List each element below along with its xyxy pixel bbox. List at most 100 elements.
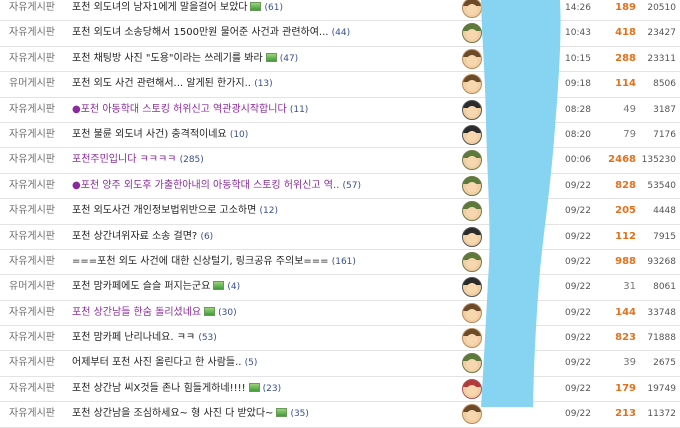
view-count: 11372 [647, 409, 676, 420]
post-title-text[interactable]: 포천 맘카페에도 슬슬 퍼지는군요 [72, 281, 210, 292]
post-category-link[interactable]: 자유게시판 [9, 148, 55, 172]
comment-count[interactable]: (23) [263, 384, 281, 394]
post-title-text[interactable]: 포천 아동학대 스토킹 허위신고 역관광시작합니다 [81, 104, 287, 115]
recommend-count: 418 [615, 27, 636, 39]
member-level-avatar-icon[interactable] [462, 404, 482, 425]
post-title-text[interactable]: 포천 외도사건 개인정보법위반으로 고소하면 [72, 205, 256, 216]
post-title-link[interactable]: 포천 외도녀 소송당해서 1500만원 물어준 사건과 관련하여... (44) [72, 21, 452, 45]
table-row: 자유게시판 포천 불륜 외도녀 사건) 충격적이네요 (10) 08:20 79 717… [0, 123, 680, 149]
comment-count[interactable]: (6) [200, 232, 213, 242]
post-title-link[interactable]: 포천 맘카페에도 슬슬 퍼지는군요 (4) [72, 275, 452, 299]
view-count: 93268 [647, 256, 676, 267]
comment-count[interactable]: (57) [343, 181, 361, 191]
table-row: 자유게시판 포천 상간녀위자료 소송 걸면? (6) 09/22 112 7915 [0, 225, 680, 250]
recommend-count: 823 [615, 332, 636, 344]
post-category-link[interactable]: 자유게시판 [9, 351, 55, 375]
post-category-link[interactable]: 자유게시판 [9, 21, 55, 45]
comment-count[interactable]: (11) [290, 105, 308, 115]
table-row: 자유게시판 포천 상간남 씨X것들 존나 힘들게하네!!!! (23) 09/22 17… [0, 377, 680, 403]
comment-count[interactable]: (35) [290, 409, 308, 419]
image-attachment-icon [204, 306, 216, 316]
post-title-link[interactable]: 포천 외도 사건 관련해서... 알게된 한가지.. (13) [72, 72, 452, 96]
view-count: 33748 [647, 307, 676, 318]
blue-scribble-overlay [481, 0, 561, 407]
table-row: 유머게시판 포천 외도 사건 관련해서... 알게된 한가지.. (13) 09:1… [0, 72, 680, 98]
post-title-link[interactable]: 포천 상간남 씨X것들 존나 힘들게하네!!!! (23) [72, 377, 452, 401]
post-category-link[interactable]: 자유게시판 [9, 98, 55, 122]
view-count: 7176 [653, 129, 676, 140]
post-category-link[interactable]: 유머게시판 [9, 72, 55, 96]
post-list: 자유게시판 포천 외도녀의 남자1에게 말을걸어 보았다 (61) 14:26 189 2… [0, 0, 680, 428]
post-title-text[interactable]: 포천 상간녀위자료 소송 걸면? [72, 231, 197, 242]
post-title-text[interactable]: 포천 불륜 외도녀 사건) 충격적이네요 [72, 129, 227, 140]
view-count: 53540 [647, 180, 676, 191]
post-title-link[interactable]: 포천 상간녀위자료 소송 걸면? (6) [72, 225, 452, 249]
comment-count[interactable]: (4) [227, 282, 240, 292]
post-title-link[interactable]: 포천 불륜 외도녀 사건) 충격적이네요 (10) [72, 123, 452, 147]
image-attachment-icon [248, 382, 260, 392]
post-title-text[interactable]: 포천 상간남들 한숨 돌리셨네요 [72, 307, 201, 318]
view-count: 23311 [647, 53, 676, 64]
post-title-link[interactable]: ●포천 양주 외도후 가출한아내의 아동학대 스토킹 허위신고 역.. (57) [72, 174, 452, 198]
comment-count[interactable]: (5) [245, 358, 258, 368]
post-title-link[interactable]: 포천 상간남들 한숨 돌리셨네요 (30) [72, 301, 452, 325]
post-title-link[interactable]: 포천 채팅방 사진 "도용"이라는 쓰레기를 봐라 (47) [72, 47, 452, 71]
post-title-text[interactable]: 포천 채팅방 사진 "도용"이라는 쓰레기를 봐라 [72, 53, 263, 64]
post-title-link[interactable]: ===포천 외도 사건에 대한 신상털기, 링크공유 주의보=== (161) [72, 250, 452, 274]
view-count: 8506 [653, 79, 676, 90]
table-row: 자유게시판 포천 채팅방 사진 "도용"이라는 쓰레기를 봐라 (47) 10:15 2… [0, 47, 680, 73]
post-title-link[interactable]: 포천 외도녀의 남자1에게 말을걸어 보았다 (61) [72, 0, 452, 20]
post-title-link[interactable]: 포천주민입니다 ㅋㅋㅋㅋ (285) [72, 148, 452, 172]
comment-count[interactable]: (44) [332, 28, 350, 38]
comment-count[interactable]: (61) [264, 3, 282, 13]
comment-count[interactable]: (10) [230, 130, 248, 140]
view-count: 4448 [653, 206, 676, 217]
comment-count[interactable]: (285) [180, 155, 204, 165]
post-category-link[interactable]: 자유게시판 [9, 199, 55, 223]
post-category-link[interactable]: 자유게시판 [9, 402, 55, 426]
post-category-link[interactable]: 자유게시판 [9, 174, 55, 198]
post-title-text[interactable]: 포천 상간남을 조심하세요~ 형 사진 다 받았다~ [72, 408, 273, 419]
post-title-text[interactable]: 포천 외도녀의 남자1에게 말을걸어 보았다 [72, 2, 247, 13]
post-title-text[interactable]: 포천주민입니다 ㅋㅋㅋㅋ [72, 154, 176, 165]
post-title-link[interactable]: ●포천 아동학대 스토킹 허위신고 역관광시작합니다 (11) [72, 98, 452, 122]
post-category-link[interactable]: 유머게시판 [9, 275, 55, 299]
table-row: 자유게시판 포천주민입니다 ㅋㅋㅋㅋ (285) 00:06 2468 135230 [0, 148, 680, 174]
post-title-text[interactable]: 포천 상간남 씨X것들 존나 힘들게하네!!!! [72, 383, 246, 394]
post-title-text[interactable]: 포천 맘카페 난리나네요. ㅋㅋ [72, 332, 195, 343]
comment-count[interactable]: (30) [218, 308, 236, 318]
post-title-text[interactable]: ===포천 외도 사건에 대한 신상털기, 링크공유 주의보=== [72, 256, 329, 267]
comment-count[interactable]: (12) [260, 206, 278, 216]
table-row: 자유게시판 ●포천 양주 외도후 가출한아내의 아동학대 스토킹 허위신고 역..… [0, 174, 680, 200]
post-category-link[interactable]: 자유게시판 [9, 326, 55, 350]
post-category-link[interactable]: 자유게시판 [9, 301, 55, 325]
post-title-text[interactable]: 포천 외도녀 소송당해서 1500만원 물어준 사건과 관련하여... [72, 27, 328, 38]
post-category-link[interactable]: 자유게시판 [9, 0, 55, 20]
comment-count[interactable]: (13) [254, 79, 272, 89]
post-category-link[interactable]: 자유게시판 [9, 250, 55, 274]
table-row: 자유게시판 포천 맘카페 난리나네요. ㅋㅋ (53) 09/22 823 71888 [0, 326, 680, 352]
view-count: 71888 [647, 333, 676, 344]
post-title-text[interactable]: 포천 외도 사건 관련해서... 알게된 한가지.. [72, 78, 251, 89]
table-row: 자유게시판 포천 상간남을 조심하세요~ 형 사진 다 받았다~ (35) 09/22… [0, 402, 680, 428]
view-count: 135230 [641, 155, 676, 166]
post-title-link[interactable]: 포천 외도사건 개인정보법위반으로 고소하면 (12) [72, 199, 452, 223]
post-title-text[interactable]: 어제부터 포천 사진 올린다고 한 사람들.. [72, 357, 241, 368]
image-attachment-icon [265, 52, 277, 62]
post-title-link[interactable]: 포천 맘카페 난리나네요. ㅋㅋ (53) [72, 326, 452, 350]
post-category-link[interactable]: 자유게시판 [9, 123, 55, 147]
post-category-link[interactable]: 자유게시판 [9, 47, 55, 71]
recommend-count: 988 [615, 255, 636, 267]
recommend-count: 49 [623, 103, 636, 115]
table-row: 유머게시판 포천 맘카페에도 슬슬 퍼지는군요 (4) 09/22 31 8061 [0, 275, 680, 301]
recommend-count: 144 [615, 306, 636, 318]
post-category-link[interactable]: 자유게시판 [9, 377, 55, 401]
post-title-text[interactable]: 포천 양주 외도후 가출한아내의 아동학대 스토킹 허위신고 역.. [81, 180, 340, 191]
post-category-link[interactable]: 자유게시판 [9, 225, 55, 249]
comment-count[interactable]: (47) [280, 54, 298, 64]
post-title-link[interactable]: 포천 상간남을 조심하세요~ 형 사진 다 받았다~ (35) [72, 402, 452, 426]
comment-count[interactable]: (161) [332, 257, 356, 267]
post-title-link[interactable]: 어제부터 포천 사진 올린다고 한 사람들.. (5) [72, 351, 452, 375]
comment-count[interactable]: (53) [198, 333, 216, 343]
recommend-count: 39 [623, 357, 636, 369]
